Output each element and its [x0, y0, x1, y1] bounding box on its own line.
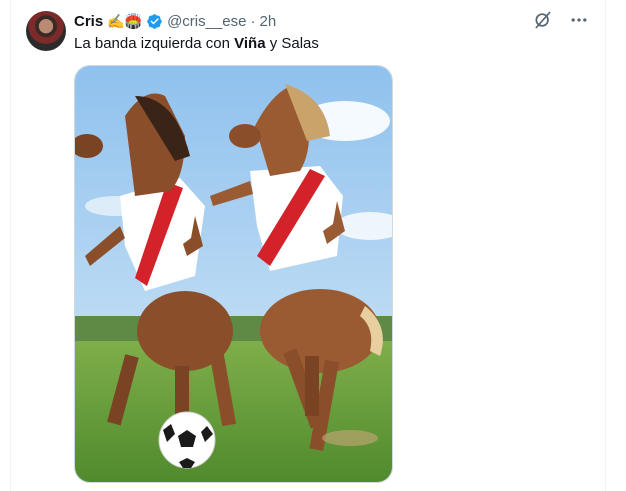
- display-name[interactable]: Cris: [74, 13, 103, 30]
- more-icon[interactable]: [569, 10, 589, 30]
- name-emojis: ✍️🏟️: [107, 13, 143, 29]
- timestamp[interactable]: 2h: [260, 13, 277, 30]
- tweet-text-end: y Salas: [265, 35, 319, 52]
- tweet-image[interactable]: [74, 65, 393, 483]
- verified-badge-icon: [147, 13, 162, 29]
- tweet-text-bold: Viña: [234, 35, 266, 52]
- tweet-actions: [533, 10, 589, 30]
- grok-icon[interactable]: [533, 10, 553, 30]
- avatar[interactable]: [26, 11, 66, 51]
- user-handle[interactable]: @cris__ese: [167, 13, 246, 30]
- tweet-text-start: La banda izquierda con: [74, 35, 235, 52]
- tweet-text: La banda izquierda con Viña y Salas: [74, 34, 319, 54]
- horses-football-illustration: [75, 66, 392, 482]
- separator-dot: ·: [250, 12, 256, 30]
- tweet-header: Cris ✍️🏟️ @cris__ese · 2h: [74, 11, 276, 31]
- tweet-card[interactable]: Cris ✍️🏟️ @cris__ese · 2h La banda izqui…: [10, 0, 606, 491]
